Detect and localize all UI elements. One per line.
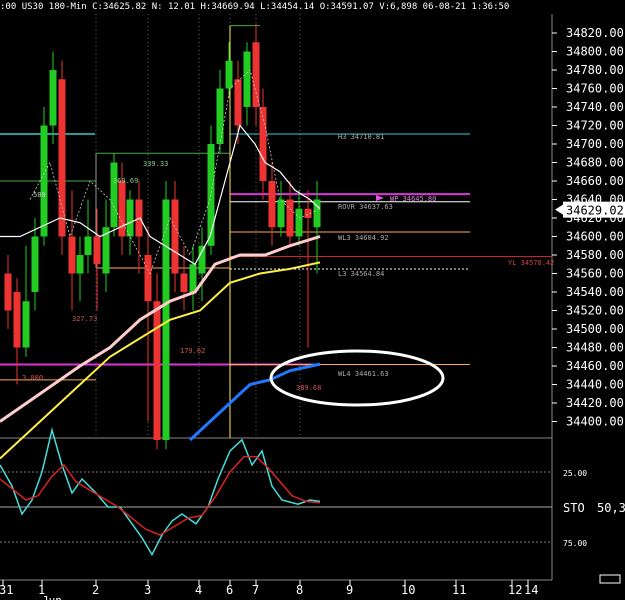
candle-up (243, 51, 251, 107)
candle-down (4, 273, 12, 311)
scroll-box-icon (599, 574, 621, 584)
label-rovr: ROVR 34637.63 (338, 203, 393, 211)
label-3000: 3,000 (22, 374, 43, 382)
price-tick-label: 34440.00 (566, 378, 624, 392)
price-tick-label: 34400.00 (566, 415, 624, 429)
current-price-label: 34629.02 (566, 204, 624, 218)
label-wp: WP 34645.80 (390, 195, 436, 203)
chart-header: :00 US30 180-Min C:34625.82 N: 12.01 H:3… (0, 0, 625, 14)
candle-down (118, 181, 126, 237)
candle-up (49, 70, 57, 126)
price-tick-label: 34760.00 (566, 82, 624, 96)
candle-up (76, 255, 84, 274)
header-info: US30 180-Min C:34625.82 N: 12.01 H:34669… (21, 2, 510, 12)
date-tick-label: 14 (524, 583, 538, 597)
highlight-ellipse (269, 349, 445, 407)
price-tick-label: 34420.00 (566, 396, 624, 410)
candle-up (31, 236, 39, 292)
candle-up (84, 236, 92, 255)
date-tick-label: 6 (226, 583, 233, 597)
label-369: 369.69 (113, 177, 138, 185)
candle-up (216, 88, 224, 144)
price-tick-label: 34480.00 (566, 341, 624, 355)
price-tick-label: 34820.00 (566, 26, 624, 40)
candle-down (93, 236, 101, 265)
candle-up (198, 245, 206, 274)
date-tick-label: 31 (0, 583, 13, 597)
price-tick-label: 34700.00 (566, 137, 624, 151)
candle-down (268, 181, 276, 228)
label-yl: YL 34578.42 (508, 259, 554, 267)
candle-down (58, 79, 66, 237)
price-tick-label: 34680.00 (566, 156, 624, 170)
candle-up (22, 301, 30, 348)
price-tick-label: 34560.00 (566, 267, 624, 281)
month-label: Jun (42, 594, 62, 600)
stoch-k-line (0, 427, 321, 557)
label-389: 389.68 (296, 384, 321, 392)
candle-up (295, 208, 303, 237)
candle-down (153, 301, 161, 440)
label-500: 500 (33, 191, 46, 199)
candle-down (13, 292, 21, 348)
label-l3: L3 34564.84 (338, 270, 384, 278)
label-339: 339.33 (143, 160, 168, 168)
candle-down (68, 236, 76, 274)
date-tick-label: 12 (508, 583, 522, 597)
date-tick-label: 2 (92, 583, 99, 597)
price-tick-label: 34780.00 (566, 63, 624, 77)
label-wl3: WL3 34604.92 (338, 234, 389, 242)
candle-down (259, 107, 267, 181)
stoch-value-label: 50,3 (597, 501, 625, 515)
stoch-label-75: 75.00 (563, 539, 587, 548)
chart-stage: H3 34710.81 WP 34645.80ROVR 34637.63 WL3 3… (0, 14, 625, 600)
candle-up (110, 162, 118, 228)
wp-arrow-icon (376, 195, 384, 201)
header-prefix: :00 (0, 2, 17, 12)
candle-up (189, 264, 197, 292)
date-tick-label: 10 (401, 583, 415, 597)
label-h3: H3 34710.81 (338, 133, 384, 141)
price-axis: 34820.00 34800.00 34780.00 34760.00 34740.00… (552, 26, 625, 429)
candle-down (144, 255, 152, 302)
price-tick-label: 34720.00 (566, 119, 624, 133)
candle-down (171, 199, 179, 274)
candle-down (180, 273, 188, 292)
price-tick-label: 34500.00 (566, 322, 624, 336)
price-tick-label: 34520.00 (566, 304, 624, 318)
date-tick-label: 4 (195, 583, 202, 597)
candle-up (40, 125, 48, 237)
current-price-arrow-icon (555, 204, 563, 215)
stoch-label-25: 25.00 (563, 469, 587, 478)
price-tick-label: 34660.00 (566, 174, 624, 188)
date-tick-label: 3 (144, 583, 151, 597)
stoch-d-line (0, 455, 321, 536)
date-axis: 311234678910111214Jun (0, 574, 621, 600)
candle-up (277, 199, 285, 228)
candle-down (234, 79, 242, 126)
date-tick-label: 11 (452, 583, 466, 597)
label-wl4: WL4 34461.63 (338, 370, 389, 378)
price-tick-label: 34460.00 (566, 359, 624, 373)
price-tick-label: 34800.00 (566, 45, 624, 59)
date-tick-label: 7 (252, 583, 259, 597)
candle-up (225, 60, 233, 89)
candle-down (286, 199, 294, 237)
label-327: 327.73 (72, 315, 97, 323)
label-179: 179.62 (180, 347, 205, 355)
price-tick-label: 34540.00 (566, 285, 624, 299)
stochastic-panel: 25.00 75.00 STO 50,3 (0, 427, 625, 557)
candle-up (126, 199, 134, 237)
candle-down (252, 42, 260, 107)
stoch-name-label: STO (563, 501, 585, 515)
price-tick-label: 34600.00 (566, 230, 624, 244)
price-tick-label: 34740.00 (566, 100, 624, 114)
date-tick-label: 9 (346, 583, 353, 597)
chart-grid (0, 14, 553, 581)
date-tick-label: 8 (296, 583, 303, 597)
price-tick-label: 34580.00 (566, 248, 624, 262)
